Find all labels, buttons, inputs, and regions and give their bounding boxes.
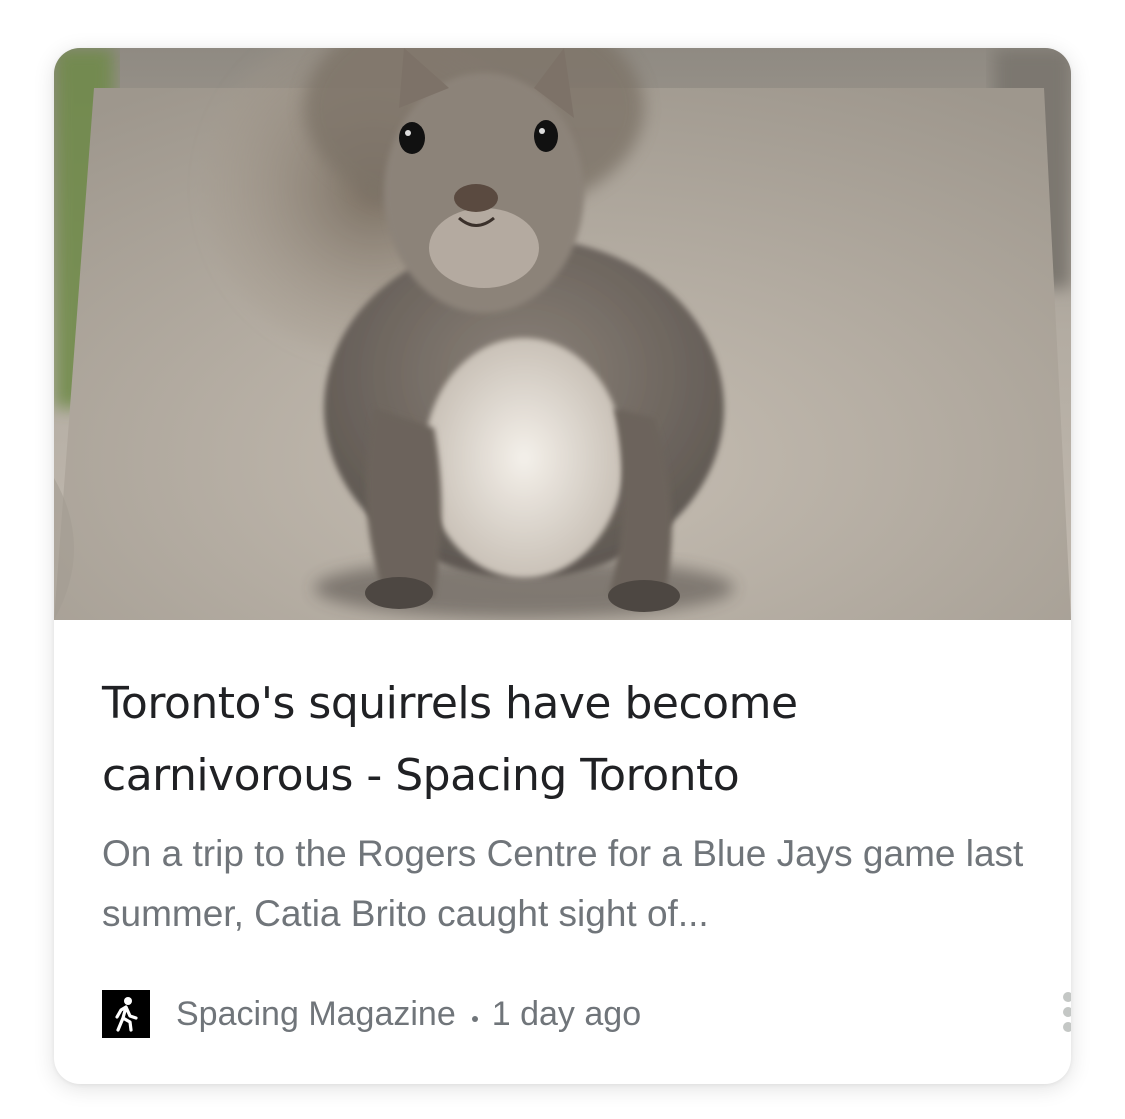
article-thumbnail[interactable] (54, 48, 1071, 620)
source-name[interactable]: Spacing Magazine (176, 995, 456, 1034)
more-vert-icon[interactable] (1059, 992, 1071, 1032)
article-meta: Spacing Magazine 1 day ago (102, 990, 641, 1038)
walking-person-icon (102, 990, 150, 1038)
news-card[interactable]: Toronto's squirrels have become carnivor… (54, 48, 1071, 1084)
squirrel-photo (54, 48, 1071, 620)
article-headline[interactable]: Toronto's squirrels have become carnivor… (102, 668, 1002, 812)
publish-time: 1 day ago (491, 994, 642, 1033)
separator-dot (471, 1016, 478, 1022)
article-snippet: On a trip to the Rogers Centre for a Blu… (102, 833, 1024, 934)
